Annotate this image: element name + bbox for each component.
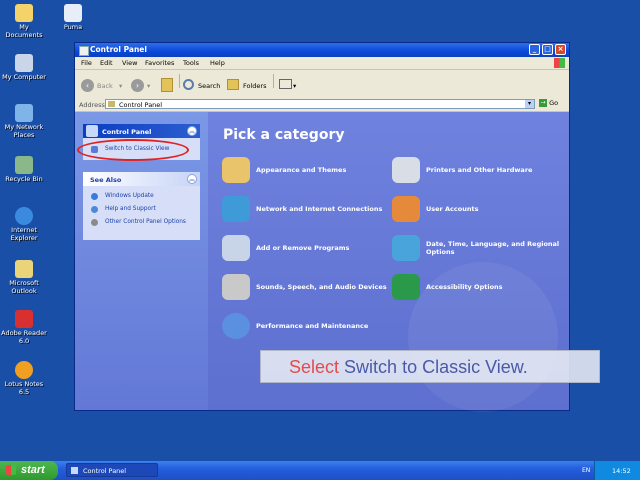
folder-icon	[15, 4, 33, 22]
control-panel-icon	[79, 46, 89, 56]
collapse-chevron-icon[interactable]: ︽	[187, 174, 197, 184]
control-panel-task-header[interactable]: Control Panel ︽	[83, 124, 200, 138]
control-panel-small-icon	[71, 467, 78, 474]
globe-icon	[392, 235, 420, 261]
instruction-verb: Select	[289, 357, 340, 377]
network-places-icon	[15, 104, 33, 122]
clock: 14:52	[612, 467, 631, 475]
go-arrow-icon: →	[539, 99, 547, 107]
control-panel-small-icon	[108, 101, 115, 107]
taskbar-button-control-panel[interactable]: Control Panel	[66, 463, 158, 477]
windows-logo-icon	[554, 58, 565, 68]
toolbar-separator	[273, 74, 274, 88]
menu-bar: File Edit View Favorites Tools Help	[75, 57, 569, 70]
views-dropdown-icon[interactable]: ▾	[293, 82, 296, 90]
adobe-reader-icon	[15, 310, 33, 328]
page-title: Pick a category	[223, 127, 345, 143]
help-icon	[91, 206, 98, 213]
address-bar: Address Control Panel ▾ → Go	[75, 98, 569, 112]
back-button[interactable]: Back	[97, 82, 113, 90]
menu-favorites[interactable]: Favorites	[145, 59, 174, 67]
performance-icon	[222, 313, 250, 339]
desktop-icon-puma[interactable]: Puma	[49, 4, 97, 32]
desktop-icon-lotus-notes[interactable]: Lotus Notes 6.5	[0, 361, 48, 396]
outlook-icon	[15, 260, 33, 278]
up-folder-icon[interactable]	[161, 78, 173, 92]
views-icon[interactable]	[279, 79, 292, 89]
users-icon	[392, 196, 420, 222]
address-label: Address	[79, 101, 105, 109]
windows-update-icon	[91, 193, 98, 200]
instruction-target: Switch to Classic View.	[344, 357, 528, 377]
menu-view[interactable]: View	[122, 59, 137, 67]
toolbar-separator	[179, 74, 180, 88]
menu-edit[interactable]: Edit	[100, 59, 113, 67]
control-panel-icon	[86, 125, 98, 137]
recycle-bin-icon	[15, 156, 33, 174]
appearance-icon	[222, 157, 250, 183]
go-label: Go	[549, 99, 559, 107]
see-also-task-box: See Also ︽ Windows Update Help and Suppo…	[83, 172, 200, 240]
address-field[interactable]: Control Panel ▾	[105, 99, 535, 109]
menu-help[interactable]: Help	[210, 59, 225, 67]
programs-icon	[222, 235, 250, 261]
title-bar[interactable]: Control Panel _ □ ×	[75, 43, 569, 57]
search-icon	[183, 79, 194, 90]
desktop-icon-my-computer[interactable]: My Computer	[0, 54, 48, 82]
desktop-icon-adobe-reader[interactable]: Adobe Reader 6.0	[0, 310, 48, 345]
minimize-button[interactable]: _	[529, 44, 540, 55]
menu-tools[interactable]: Tools	[183, 59, 199, 67]
info-icon	[91, 219, 98, 226]
maximize-button[interactable]: □	[542, 44, 553, 55]
close-button[interactable]: ×	[555, 44, 566, 55]
window-title: Control Panel	[90, 45, 147, 54]
windows-update-link[interactable]: Windows Update	[91, 193, 154, 200]
computer-icon	[15, 54, 33, 72]
folders-button[interactable]: Folders	[243, 82, 266, 90]
desktop-icon-my-documents[interactable]: My Documents	[0, 4, 48, 39]
back-arrow-icon[interactable]: ‹	[81, 79, 94, 92]
see-also-header[interactable]: See Also ︽	[83, 172, 200, 186]
collapse-chevron-icon[interactable]: ︽	[187, 126, 197, 136]
go-button[interactable]: → Go	[539, 99, 565, 109]
address-dropdown-icon[interactable]: ▾	[525, 100, 534, 108]
lotus-notes-icon	[15, 361, 33, 379]
desktop-icon-recycle-bin[interactable]: Recycle Bin	[0, 156, 48, 184]
help-and-support-link[interactable]: Help and Support	[91, 206, 156, 213]
search-button[interactable]: Search	[198, 82, 220, 90]
address-value: Control Panel	[119, 101, 163, 109]
language-indicator[interactable]: EN	[582, 467, 590, 474]
control-panel-task-title: Control Panel	[102, 128, 152, 136]
start-button[interactable]: start	[0, 461, 58, 480]
desktop-icon-microsoft-outlook[interactable]: Microsoft Outlook	[0, 260, 48, 295]
see-also-title: See Also	[90, 176, 122, 184]
back-dropdown-icon[interactable]: ▾	[119, 82, 122, 90]
toolbar: ‹ Back ▾ › ▾ Search Folders ▾	[75, 70, 569, 101]
menu-file[interactable]: File	[81, 59, 92, 67]
forward-arrow-icon[interactable]: ›	[131, 79, 144, 92]
windows-flag-icon	[6, 465, 16, 475]
forward-dropdown-icon[interactable]: ▾	[147, 82, 150, 90]
highlight-circle	[77, 139, 189, 161]
speaker-icon	[222, 274, 250, 300]
folders-icon	[227, 79, 239, 90]
other-control-panel-options-link[interactable]: Other Control Panel Options	[91, 219, 193, 226]
desktop-icon-my-network-places[interactable]: My Network Places	[0, 104, 48, 139]
shortcut-icon	[64, 4, 82, 22]
desktop-icon-internet-explorer[interactable]: Internet Explorer	[0, 207, 48, 242]
internet-explorer-icon	[15, 207, 33, 225]
network-icon	[222, 196, 250, 222]
accessibility-icon	[392, 274, 420, 300]
instruction-callout: Select Switch to Classic View.	[260, 350, 600, 383]
printer-icon	[392, 157, 420, 183]
taskbar: start Control Panel EN 14:52	[0, 461, 640, 480]
